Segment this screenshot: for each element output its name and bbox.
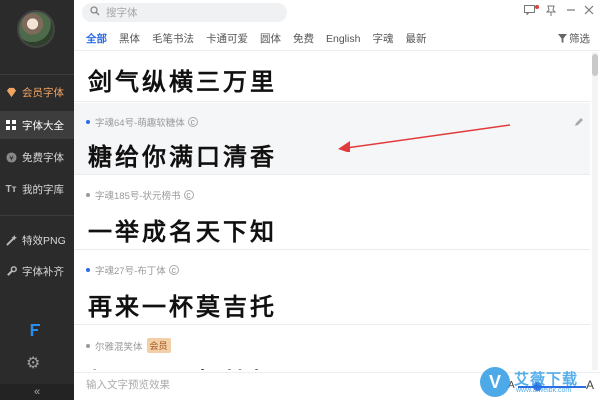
font-meta: 字魂185号-状元榜书 c [86, 188, 194, 202]
tab-cartoon[interactable]: 卡通可爱 [206, 31, 248, 46]
font-meta: 字魂64号-萌趣软糖体 c [86, 115, 198, 129]
font-name: 尔雅混笑体 [95, 341, 143, 353]
message-icon[interactable] [522, 5, 536, 18]
font-name: 字魂27号-布丁体 [95, 266, 166, 277]
font-name: 字魂64号-萌趣软糖体 [95, 118, 185, 129]
pencil-icon[interactable] [574, 117, 584, 130]
font-list-item[interactable]: 字魂27号-布丁体 c 再来一杯莫吉托 [74, 251, 590, 325]
font-preview-text: 一举成名天下知 [88, 217, 277, 246]
close-icon[interactable] [582, 5, 596, 18]
font-list-item[interactable]: 尔雅混笑体 会员 都是是见朝梦想 [74, 326, 590, 370]
font-icon: Tт [5, 183, 17, 195]
category-filter-bar: 全部 黑体 毛笔书法 卡通可爱 圆体 免费 English 字魂 最新 筛选 [74, 27, 600, 51]
font-meta: 尔雅混笑体 会员 [86, 338, 171, 353]
grid-icon [5, 119, 17, 131]
diamond-icon [5, 86, 17, 98]
font-preview-text: 糖给你满口清香 [88, 142, 277, 171]
sidebar-item-label: 免费字体 [22, 151, 64, 164]
divider [0, 215, 74, 216]
copyright-icon: c [183, 190, 194, 200]
font-list-item[interactable]: 剑气纵横三万里 [74, 52, 590, 102]
tab-all[interactable]: 全部 [86, 31, 107, 46]
avatar[interactable] [17, 10, 55, 48]
font-list-item[interactable]: 字魂185号-状元榜书 c 一举成名天下知 [74, 176, 590, 250]
sidebar-item-label: 特效PNG [22, 234, 66, 247]
sidebar-item-label: 字体补齐 [22, 265, 64, 278]
sidebar-item-label: 字体大全 [22, 119, 64, 132]
sidebar-item-vip-fonts[interactable]: 会员字体 [0, 78, 74, 106]
sidebar-item-font-completion[interactable]: 字体补齐 [0, 257, 74, 285]
sidebar-item-my-library[interactable]: Tт 我的字库 [0, 175, 74, 203]
coin-icon: ¥ [5, 151, 17, 163]
wrench-icon [5, 265, 17, 277]
filter-label: 筛选 [569, 33, 590, 45]
tab-heiti[interactable]: 黑体 [119, 31, 140, 46]
tab-english[interactable]: English [326, 33, 360, 45]
tab-round[interactable]: 圆体 [260, 31, 281, 46]
sidebar-item-all-fonts[interactable]: 字体大全 [0, 111, 74, 139]
watermark-url: www.aiweibk.com [516, 387, 572, 394]
top-bar [74, 0, 600, 26]
notification-dot [535, 5, 539, 9]
font-preview-text: 剑气纵横三万里 [88, 67, 277, 96]
magic-wand-icon [5, 234, 17, 246]
tab-calligraphy[interactable]: 毛笔书法 [152, 31, 194, 46]
tab-zihun[interactable]: 字魂 [372, 31, 393, 46]
scrollbar-thumb[interactable] [592, 54, 598, 76]
filter-button[interactable]: 筛选 [558, 31, 590, 46]
font-list: 剑气纵横三万里 字魂64号-萌趣软糖体 c 糖给你满口清香 字魂185号-状元榜… [74, 52, 590, 370]
sidebar-item-label: 我的字库 [22, 183, 64, 196]
minimize-icon[interactable] [564, 5, 578, 18]
funnel-icon [558, 34, 567, 43]
watermark: V 艾薇下载 www.aiweibk.com [480, 366, 600, 400]
font-name: 字魂185号-状元榜书 [95, 191, 181, 202]
bullet-icon [86, 343, 90, 348]
collapse-sidebar-button[interactable]: « [0, 384, 74, 400]
tab-free[interactable]: 免费 [293, 31, 314, 46]
font-meta: 字魂27号-布丁体 c [86, 263, 179, 277]
svg-text:¥: ¥ [9, 153, 14, 162]
tab-latest[interactable]: 最新 [405, 31, 426, 46]
divider [0, 74, 74, 75]
font-preview-text: 再来一杯莫吉托 [88, 292, 277, 321]
gear-icon[interactable]: ⚙ [26, 353, 40, 373]
watermark-title: 艾薇下载 [514, 371, 579, 388]
font-preview-text: 都是是见朝梦想 [88, 362, 277, 370]
copyright-icon: c [168, 265, 179, 275]
pin-icon[interactable] [544, 5, 558, 19]
bullet-icon [86, 193, 90, 197]
scrollbar[interactable] [592, 52, 598, 370]
copyright-icon: c [187, 117, 198, 127]
watermark-logo-icon: V [480, 367, 510, 397]
search-input[interactable] [106, 6, 276, 19]
search-icon [90, 6, 100, 19]
bullet-icon [86, 120, 90, 124]
sidebar-item-effect-png[interactable]: 特效PNG [0, 226, 74, 254]
bullet-icon [86, 268, 90, 272]
search-box[interactable] [82, 3, 287, 22]
sidebar: 会员字体 字体大全 ¥ 免费字体 Tт 我的字库 特效PNG 字体补齐 ⚙ « [0, 0, 74, 400]
brand-logo-icon[interactable] [28, 322, 44, 338]
preview-text-input[interactable] [86, 379, 466, 391]
annotation-arrow [338, 124, 511, 152]
sidebar-item-label: 会员字体 [22, 86, 64, 99]
sidebar-item-free-fonts[interactable]: ¥ 免费字体 [0, 143, 74, 171]
vip-badge: 会员 [146, 338, 171, 353]
